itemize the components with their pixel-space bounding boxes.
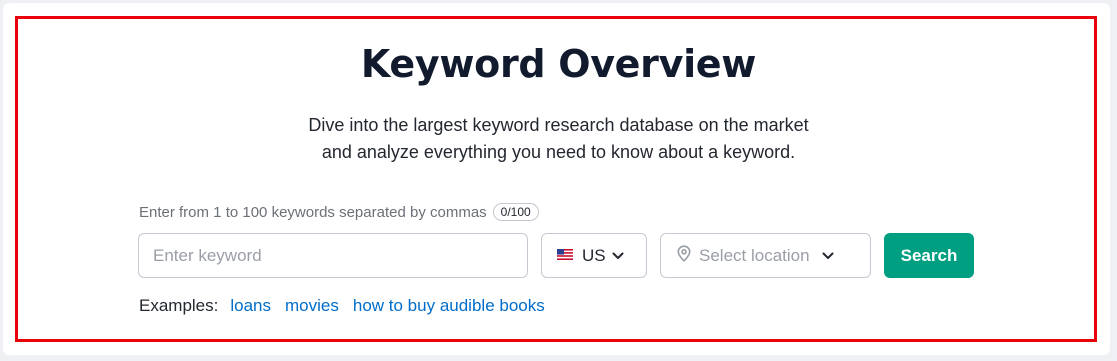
subtitle-line-2: and analyze everything you need to know … — [321, 142, 796, 162]
examples-label: Examples: — [139, 296, 219, 315]
chevron-down-icon — [822, 247, 834, 265]
example-link-audible-books[interactable]: how to buy audible books — [353, 296, 545, 316]
search-button[interactable]: Search — [884, 233, 974, 278]
keyword-input[interactable] — [138, 233, 528, 278]
subtitle-line-1: Dive into the largest keyword research d… — [308, 115, 809, 135]
location-select[interactable]: Select location — [660, 233, 871, 278]
chevron-down-icon — [612, 247, 624, 265]
examples-row: Examples: loans movies how to buy audibl… — [139, 296, 559, 316]
page-subtitle: Dive into the largest keyword research d… — [0, 112, 1117, 166]
database-select[interactable]: US — [541, 233, 647, 278]
database-label: US — [582, 245, 606, 265]
example-link-movies[interactable]: movies — [285, 296, 339, 316]
us-flag-icon — [557, 247, 573, 265]
keyword-hint: Enter from 1 to 100 keywords separated b… — [139, 203, 539, 221]
location-pin-icon — [677, 244, 691, 267]
keyword-counter-badge: 0/100 — [492, 203, 539, 221]
location-placeholder: Select location — [699, 245, 810, 265]
page-title: Keyword Overview — [360, 42, 757, 86]
hint-text: Enter from 1 to 100 keywords separated b… — [139, 203, 487, 221]
example-link-loans[interactable]: loans — [230, 296, 271, 316]
